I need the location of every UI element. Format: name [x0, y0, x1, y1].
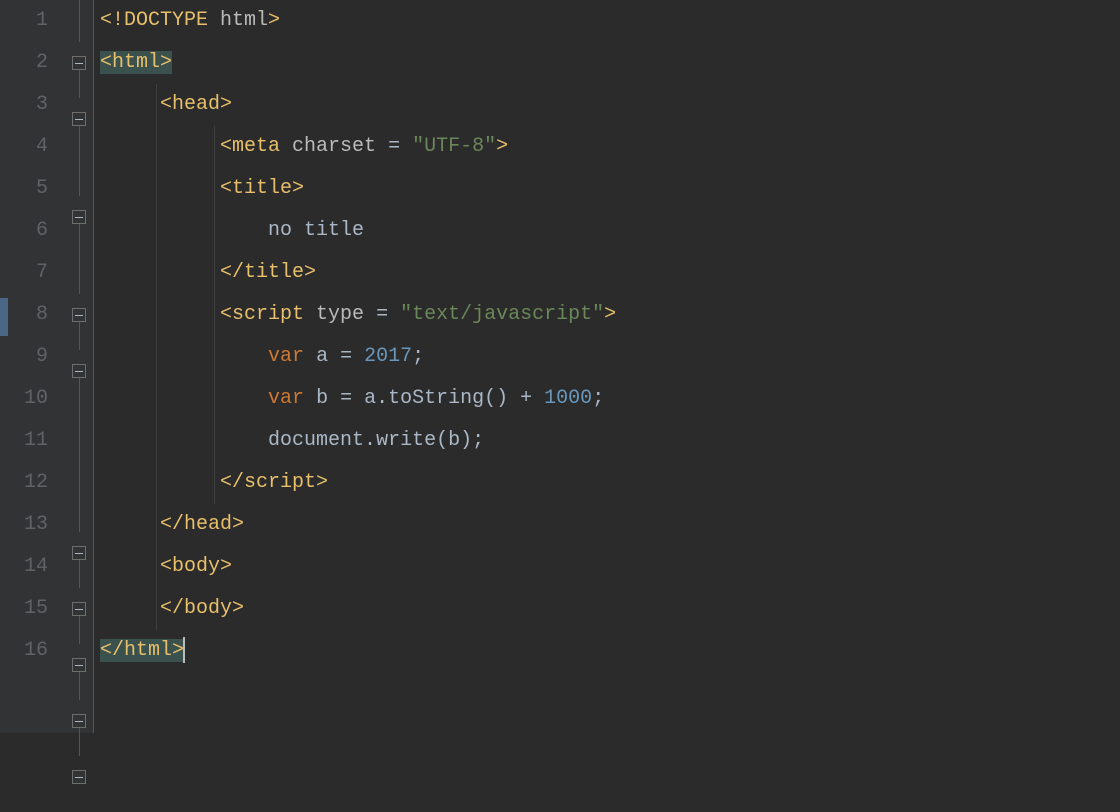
line-number[interactable]: 8	[12, 294, 48, 336]
code-line[interactable]: </html>	[100, 630, 1120, 672]
line-number[interactable]: 12	[12, 462, 48, 504]
line-number[interactable]: 13	[12, 504, 48, 546]
line-number[interactable]: 3	[12, 84, 48, 126]
code-line[interactable]: var b = a.toString() + 1000;	[100, 378, 1120, 420]
line-number[interactable]: 9	[12, 336, 48, 378]
code-line[interactable]: <meta charset = "UTF-8">	[100, 126, 1120, 168]
line-number[interactable]: 16	[12, 630, 48, 672]
line-number[interactable]: 2	[12, 42, 48, 84]
line-number[interactable]: 6	[12, 210, 48, 252]
line-number[interactable]: 1	[12, 0, 48, 42]
line-number[interactable]: 10	[12, 378, 48, 420]
code-line[interactable]: <html>	[100, 42, 1120, 84]
matched-tag-highlight: <html>	[100, 51, 172, 74]
fold-toggle-icon[interactable]	[72, 308, 86, 322]
line-number-gutter[interactable]: 1 2 3 4 5 6 7 8 9 10 11 12 13 14 15 16	[12, 0, 64, 733]
line-number[interactable]: 14	[12, 546, 48, 588]
code-line[interactable]: <script type = "text/javascript">	[100, 294, 1120, 336]
line-number[interactable]: 4	[12, 126, 48, 168]
code-line[interactable]: no title	[100, 210, 1120, 252]
code-line[interactable]: </body>	[100, 588, 1120, 630]
code-line[interactable]: <!DOCTYPE html>	[100, 0, 1120, 42]
gutter-margin	[0, 0, 12, 733]
fold-toggle-icon[interactable]	[72, 602, 86, 616]
code-line[interactable]: document.write(b);	[100, 420, 1120, 462]
code-line[interactable]: </title>	[100, 252, 1120, 294]
line-number[interactable]: 7	[12, 252, 48, 294]
gutter-marker	[0, 298, 8, 336]
matched-tag-highlight: </html>	[100, 639, 184, 662]
fold-toggle-icon[interactable]	[72, 112, 86, 126]
code-line[interactable]: </script>	[100, 462, 1120, 504]
text-caret	[183, 637, 185, 663]
line-number[interactable]: 5	[12, 168, 48, 210]
fold-toggle-icon[interactable]	[72, 546, 86, 560]
code-area[interactable]: <!DOCTYPE html> <html> <head> <meta char…	[94, 0, 1120, 733]
fold-gutter[interactable]	[64, 0, 94, 733]
code-editor[interactable]: 1 2 3 4 5 6 7 8 9 10 11 12 13 14 15 16 <…	[0, 0, 1120, 733]
code-line[interactable]: <body>	[100, 546, 1120, 588]
code-line[interactable]: <title>	[100, 168, 1120, 210]
fold-toggle-icon[interactable]	[72, 210, 86, 224]
code-line[interactable]: var a = 2017;	[100, 336, 1120, 378]
code-line[interactable]: </head>	[100, 504, 1120, 546]
fold-toggle-icon[interactable]	[72, 770, 86, 784]
fold-toggle-icon[interactable]	[72, 364, 86, 378]
line-number[interactable]: 11	[12, 420, 48, 462]
fold-toggle-icon[interactable]	[72, 56, 86, 70]
fold-toggle-icon[interactable]	[72, 714, 86, 728]
fold-toggle-icon[interactable]	[72, 658, 86, 672]
line-number[interactable]: 15	[12, 588, 48, 630]
code-line[interactable]: <head>	[100, 84, 1120, 126]
